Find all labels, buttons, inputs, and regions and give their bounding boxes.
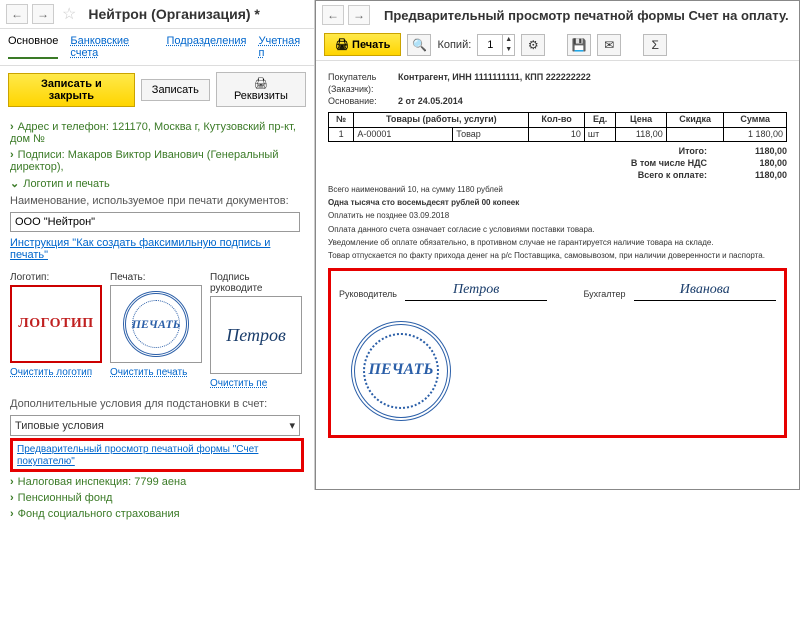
preview-link[interactable]: Предварительный просмотр печатной формы …: [17, 444, 258, 467]
org-name-input[interactable]: [10, 212, 300, 232]
preview-title: Предварительный просмотр печатной формы …: [384, 8, 789, 23]
th-price: Цена: [616, 113, 666, 128]
sig-accountant: Иванова: [680, 282, 730, 297]
tab-main[interactable]: Основное: [8, 35, 58, 59]
copies-spinner[interactable]: ▲▼: [477, 34, 515, 56]
role-accountant: Бухгалтер: [583, 289, 625, 301]
save-close-button[interactable]: Записать и закрыть: [8, 73, 135, 107]
document-preview: Покупатель (Заказчик): Контрагент, ИНН 1…: [316, 61, 799, 448]
preview-toolbar: ← → Предварительный просмотр печатной фо…: [316, 1, 799, 29]
image-columns: Логотип: ЛОГОТИП Очистить логотип Печать…: [10, 272, 304, 389]
basis-label: Основание:: [328, 96, 398, 108]
clear-sig-link[interactable]: Очистить пе: [210, 378, 267, 389]
save-icon[interactable]: 💾: [567, 34, 591, 56]
sum-icon[interactable]: Σ: [643, 34, 667, 56]
tax-row[interactable]: Налоговая инспекция: 7799 аена: [10, 474, 304, 490]
buyer-label: Покупатель (Заказчик):: [328, 72, 398, 95]
th-qty: Кол-во: [529, 113, 585, 128]
clear-logo-link[interactable]: Очистить логотип: [10, 367, 92, 378]
sig-label: Подпись руководите: [210, 272, 304, 294]
logo-preview[interactable]: ЛОГОТИП: [10, 285, 102, 363]
back-button[interactable]: ←: [6, 4, 28, 24]
conditions-dropdown[interactable]: Типовые условия ▾: [10, 415, 300, 436]
stamp-label: Печать:: [110, 272, 204, 283]
sig-line-1: Руководитель Петров Бухгалтер Иванова: [339, 281, 776, 301]
logo-label: Логотип:: [10, 272, 104, 283]
terms2: Оплата данного счета означает согласие с…: [328, 225, 787, 235]
form-title: Нейтрон (Организация) *: [88, 6, 260, 22]
copies-label: Копий:: [437, 39, 471, 51]
items-table: № Товары (работы, услуги) Кол-во Ед. Цен…: [328, 112, 787, 142]
settings-icon[interactable]: ⚙: [521, 34, 545, 56]
stamp-preview[interactable]: ПЕЧАТЬ: [110, 285, 202, 363]
instruction-link[interactable]: Инструкция "Как создать факсимильную под…: [10, 234, 304, 264]
stamp-icon: ПЕЧАТЬ: [123, 291, 189, 357]
logo-text: ЛОГОТИП: [18, 316, 93, 332]
preview-forward-button[interactable]: →: [348, 5, 370, 25]
tab-acct[interactable]: Учетная п: [259, 35, 307, 59]
basis-value: 2 от 24.05.2014: [398, 96, 463, 108]
chevron-down-icon: ▾: [289, 419, 295, 432]
signature-block-highlight: Руководитель Петров Бухгалтер Иванова ПЕ…: [328, 268, 787, 438]
stamp-large-icon: ПЕЧАТЬ: [351, 321, 451, 421]
tab-bank[interactable]: Банковские счета: [70, 35, 154, 59]
buyer-value: Контрагент, ИНН 1111111111, КПП 22222222…: [398, 72, 591, 95]
totals-block: Итого:1180,00 В том числе НДС180,00 Всег…: [328, 146, 787, 181]
th-num: №: [329, 113, 354, 128]
form-tabs: Основное Банковские счета Подразделения …: [0, 29, 314, 66]
preview-panel: ← → Предварительный просмотр печатной фо…: [315, 0, 800, 490]
left-toolbar: ← → ☆ Нейтрон (Организация) *: [0, 0, 314, 29]
favorite-icon[interactable]: ☆: [58, 4, 80, 24]
th-disc: Скидка: [666, 113, 724, 128]
th-sum: Сумма: [724, 113, 787, 128]
spin-down[interactable]: ▼: [502, 45, 514, 55]
signatures-row[interactable]: Подписи: Макаров Виктор Иванович (Генера…: [10, 147, 304, 175]
org-form-panel: ← → ☆ Нейтрон (Организация) * Основное Б…: [0, 0, 315, 490]
search-icon[interactable]: 🔍: [407, 34, 431, 56]
copies-input[interactable]: [478, 39, 502, 51]
spin-up[interactable]: ▲: [502, 35, 514, 45]
sig-director: Петров: [453, 282, 499, 297]
terms3: Уведомление об оплате обязательно, в про…: [328, 238, 787, 248]
details-button[interactable]: 🖨 Реквизиты: [216, 72, 306, 107]
sig-text: Петров: [226, 325, 286, 346]
address-row[interactable]: Адрес и телефон: 121170, Москва г, Кутуз…: [10, 119, 304, 147]
form-content: Адрес и телефон: 121170, Москва г, Кутуз…: [0, 113, 314, 528]
th-unit: Ед.: [584, 113, 616, 128]
terms4: Товар отпускается по факту прихода денег…: [328, 251, 787, 261]
logo-section-toggle[interactable]: Логотип и печать: [10, 175, 304, 192]
extra-label: Дополнительные условия для подстановки в…: [10, 395, 304, 413]
role-director: Руководитель: [339, 289, 397, 301]
pension-row[interactable]: Пенсионный фонд: [10, 490, 304, 506]
forward-button[interactable]: →: [32, 4, 54, 24]
email-icon[interactable]: ✉: [597, 34, 621, 56]
action-bar: Записать и закрыть Записать 🖨 Реквизиты: [0, 66, 314, 113]
print-button[interactable]: 🖨 Печать: [324, 33, 401, 56]
terms1: Оплатить не позднее 03.09.2018: [328, 211, 787, 221]
tab-dept[interactable]: Подразделения: [167, 35, 247, 59]
name-label: Наименование, используемое при печати до…: [10, 192, 304, 210]
preview-back-button[interactable]: ←: [322, 5, 344, 25]
preview-link-highlight: Предварительный просмотр печатной формы …: [10, 438, 304, 472]
preview-actions: 🖨 Печать 🔍 Копий: ▲▼ ⚙ 💾 ✉ Σ: [316, 29, 799, 61]
table-row: 1 А-00001 Товар 10 шт 118,00 1 180,00: [329, 127, 787, 142]
sig-preview[interactable]: Петров: [210, 296, 302, 374]
summary1: Всего наименований 10, на сумму 1180 руб…: [328, 185, 787, 195]
save-button[interactable]: Записать: [141, 79, 210, 101]
th-goods: Товары (работы, услуги): [354, 113, 529, 128]
clear-stamp-link[interactable]: Очистить печать: [110, 367, 187, 378]
fss-row[interactable]: Фонд социального страхования: [10, 506, 304, 522]
summary2: Одна тысяча сто восемьдесят рублей 00 ко…: [328, 198, 787, 208]
